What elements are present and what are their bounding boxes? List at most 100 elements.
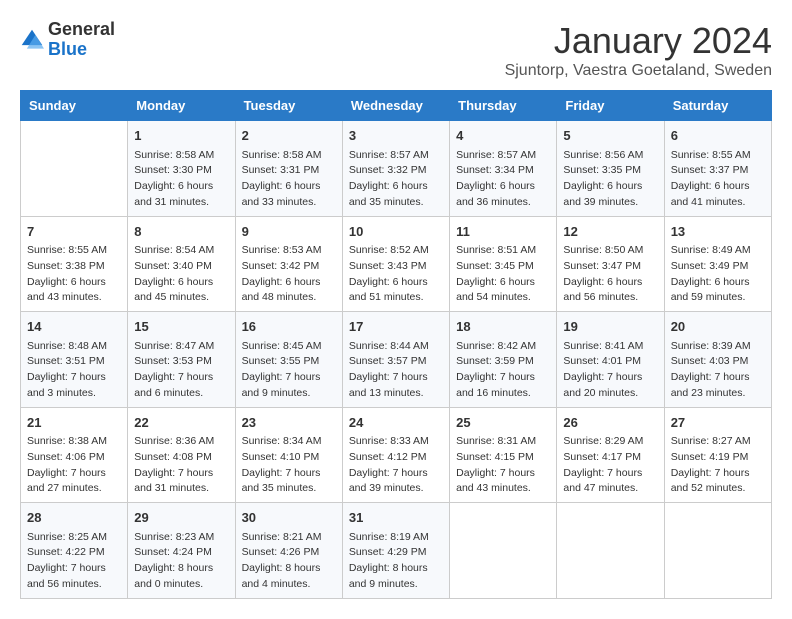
location-subtitle: Sjuntorp, Vaestra Goetaland, Sweden [505,62,772,80]
header-row: SundayMondayTuesdayWednesdayThursdayFrid… [21,91,772,121]
day-info: Sunrise: 8:19 AMSunset: 4:29 PMDaylight:… [349,530,443,593]
calendar-cell: 12Sunrise: 8:50 AMSunset: 3:47 PMDayligh… [557,216,664,312]
day-number: 8 [134,222,228,242]
day-info: Sunrise: 8:25 AMSunset: 4:22 PMDaylight:… [27,530,121,593]
calendar-cell: 24Sunrise: 8:33 AMSunset: 4:12 PMDayligh… [342,407,449,503]
day-info: Sunrise: 8:42 AMSunset: 3:59 PMDaylight:… [456,339,550,402]
day-number: 24 [349,413,443,433]
day-info: Sunrise: 8:21 AMSunset: 4:26 PMDaylight:… [242,530,336,593]
day-number: 18 [456,317,550,337]
calendar-cell [664,503,771,599]
calendar-cell: 14Sunrise: 8:48 AMSunset: 3:51 PMDayligh… [21,312,128,408]
day-number: 26 [563,413,657,433]
day-number: 12 [563,222,657,242]
day-number: 17 [349,317,443,337]
day-info: Sunrise: 8:58 AMSunset: 3:30 PMDaylight:… [134,148,228,211]
day-number: 31 [349,508,443,528]
calendar-cell: 22Sunrise: 8:36 AMSunset: 4:08 PMDayligh… [128,407,235,503]
logo-icon [20,28,44,52]
calendar-cell: 23Sunrise: 8:34 AMSunset: 4:10 PMDayligh… [235,407,342,503]
week-row-1: 1Sunrise: 8:58 AMSunset: 3:30 PMDaylight… [21,121,772,217]
day-info: Sunrise: 8:33 AMSunset: 4:12 PMDaylight:… [349,434,443,497]
day-number: 16 [242,317,336,337]
day-number: 6 [671,126,765,146]
day-info: Sunrise: 8:38 AMSunset: 4:06 PMDaylight:… [27,434,121,497]
day-number: 30 [242,508,336,528]
calendar-cell: 18Sunrise: 8:42 AMSunset: 3:59 PMDayligh… [450,312,557,408]
day-number: 13 [671,222,765,242]
day-info: Sunrise: 8:57 AMSunset: 3:34 PMDaylight:… [456,148,550,211]
day-info: Sunrise: 8:52 AMSunset: 3:43 PMDaylight:… [349,243,443,306]
calendar-cell: 31Sunrise: 8:19 AMSunset: 4:29 PMDayligh… [342,503,449,599]
day-info: Sunrise: 8:44 AMSunset: 3:57 PMDaylight:… [349,339,443,402]
calendar-cell: 26Sunrise: 8:29 AMSunset: 4:17 PMDayligh… [557,407,664,503]
month-title: January 2024 [505,20,772,62]
logo: General Blue [20,20,115,60]
day-number: 4 [456,126,550,146]
calendar-cell: 19Sunrise: 8:41 AMSunset: 4:01 PMDayligh… [557,312,664,408]
day-number: 5 [563,126,657,146]
day-info: Sunrise: 8:49 AMSunset: 3:49 PMDaylight:… [671,243,765,306]
column-header-sunday: Sunday [21,91,128,121]
title-block: January 2024 Sjuntorp, Vaestra Goetaland… [505,20,772,80]
calendar-cell: 4Sunrise: 8:57 AMSunset: 3:34 PMDaylight… [450,121,557,217]
day-number: 27 [671,413,765,433]
calendar-cell: 7Sunrise: 8:55 AMSunset: 3:38 PMDaylight… [21,216,128,312]
week-row-5: 28Sunrise: 8:25 AMSunset: 4:22 PMDayligh… [21,503,772,599]
day-number: 11 [456,222,550,242]
day-number: 1 [134,126,228,146]
day-number: 19 [563,317,657,337]
day-number: 29 [134,508,228,528]
calendar-cell: 27Sunrise: 8:27 AMSunset: 4:19 PMDayligh… [664,407,771,503]
calendar-cell: 15Sunrise: 8:47 AMSunset: 3:53 PMDayligh… [128,312,235,408]
calendar-cell: 17Sunrise: 8:44 AMSunset: 3:57 PMDayligh… [342,312,449,408]
calendar-cell: 8Sunrise: 8:54 AMSunset: 3:40 PMDaylight… [128,216,235,312]
calendar-cell: 16Sunrise: 8:45 AMSunset: 3:55 PMDayligh… [235,312,342,408]
calendar-cell: 21Sunrise: 8:38 AMSunset: 4:06 PMDayligh… [21,407,128,503]
column-header-monday: Monday [128,91,235,121]
day-info: Sunrise: 8:39 AMSunset: 4:03 PMDaylight:… [671,339,765,402]
day-info: Sunrise: 8:56 AMSunset: 3:35 PMDaylight:… [563,148,657,211]
calendar-cell: 11Sunrise: 8:51 AMSunset: 3:45 PMDayligh… [450,216,557,312]
day-number: 28 [27,508,121,528]
day-number: 25 [456,413,550,433]
day-number: 15 [134,317,228,337]
column-header-wednesday: Wednesday [342,91,449,121]
day-number: 23 [242,413,336,433]
week-row-3: 14Sunrise: 8:48 AMSunset: 3:51 PMDayligh… [21,312,772,408]
day-number: 10 [349,222,443,242]
calendar-cell: 1Sunrise: 8:58 AMSunset: 3:30 PMDaylight… [128,121,235,217]
calendar-cell: 5Sunrise: 8:56 AMSunset: 3:35 PMDaylight… [557,121,664,217]
day-number: 9 [242,222,336,242]
calendar-cell [21,121,128,217]
day-info: Sunrise: 8:48 AMSunset: 3:51 PMDaylight:… [27,339,121,402]
day-info: Sunrise: 8:58 AMSunset: 3:31 PMDaylight:… [242,148,336,211]
day-info: Sunrise: 8:55 AMSunset: 3:38 PMDaylight:… [27,243,121,306]
day-number: 21 [27,413,121,433]
calendar-cell: 6Sunrise: 8:55 AMSunset: 3:37 PMDaylight… [664,121,771,217]
calendar-cell: 28Sunrise: 8:25 AMSunset: 4:22 PMDayligh… [21,503,128,599]
day-number: 14 [27,317,121,337]
day-info: Sunrise: 8:45 AMSunset: 3:55 PMDaylight:… [242,339,336,402]
day-info: Sunrise: 8:51 AMSunset: 3:45 PMDaylight:… [456,243,550,306]
calendar-cell: 30Sunrise: 8:21 AMSunset: 4:26 PMDayligh… [235,503,342,599]
column-header-tuesday: Tuesday [235,91,342,121]
day-number: 20 [671,317,765,337]
page-header: General Blue January 2024 Sjuntorp, Vaes… [20,20,772,80]
column-header-friday: Friday [557,91,664,121]
day-info: Sunrise: 8:53 AMSunset: 3:42 PMDaylight:… [242,243,336,306]
calendar-cell: 13Sunrise: 8:49 AMSunset: 3:49 PMDayligh… [664,216,771,312]
day-info: Sunrise: 8:36 AMSunset: 4:08 PMDaylight:… [134,434,228,497]
day-number: 3 [349,126,443,146]
day-info: Sunrise: 8:41 AMSunset: 4:01 PMDaylight:… [563,339,657,402]
day-info: Sunrise: 8:23 AMSunset: 4:24 PMDaylight:… [134,530,228,593]
day-number: 2 [242,126,336,146]
calendar-cell [450,503,557,599]
day-info: Sunrise: 8:47 AMSunset: 3:53 PMDaylight:… [134,339,228,402]
calendar-cell: 10Sunrise: 8:52 AMSunset: 3:43 PMDayligh… [342,216,449,312]
column-header-thursday: Thursday [450,91,557,121]
calendar-cell: 2Sunrise: 8:58 AMSunset: 3:31 PMDaylight… [235,121,342,217]
week-row-4: 21Sunrise: 8:38 AMSunset: 4:06 PMDayligh… [21,407,772,503]
logo-general-text: General [48,20,115,40]
calendar-cell: 9Sunrise: 8:53 AMSunset: 3:42 PMDaylight… [235,216,342,312]
